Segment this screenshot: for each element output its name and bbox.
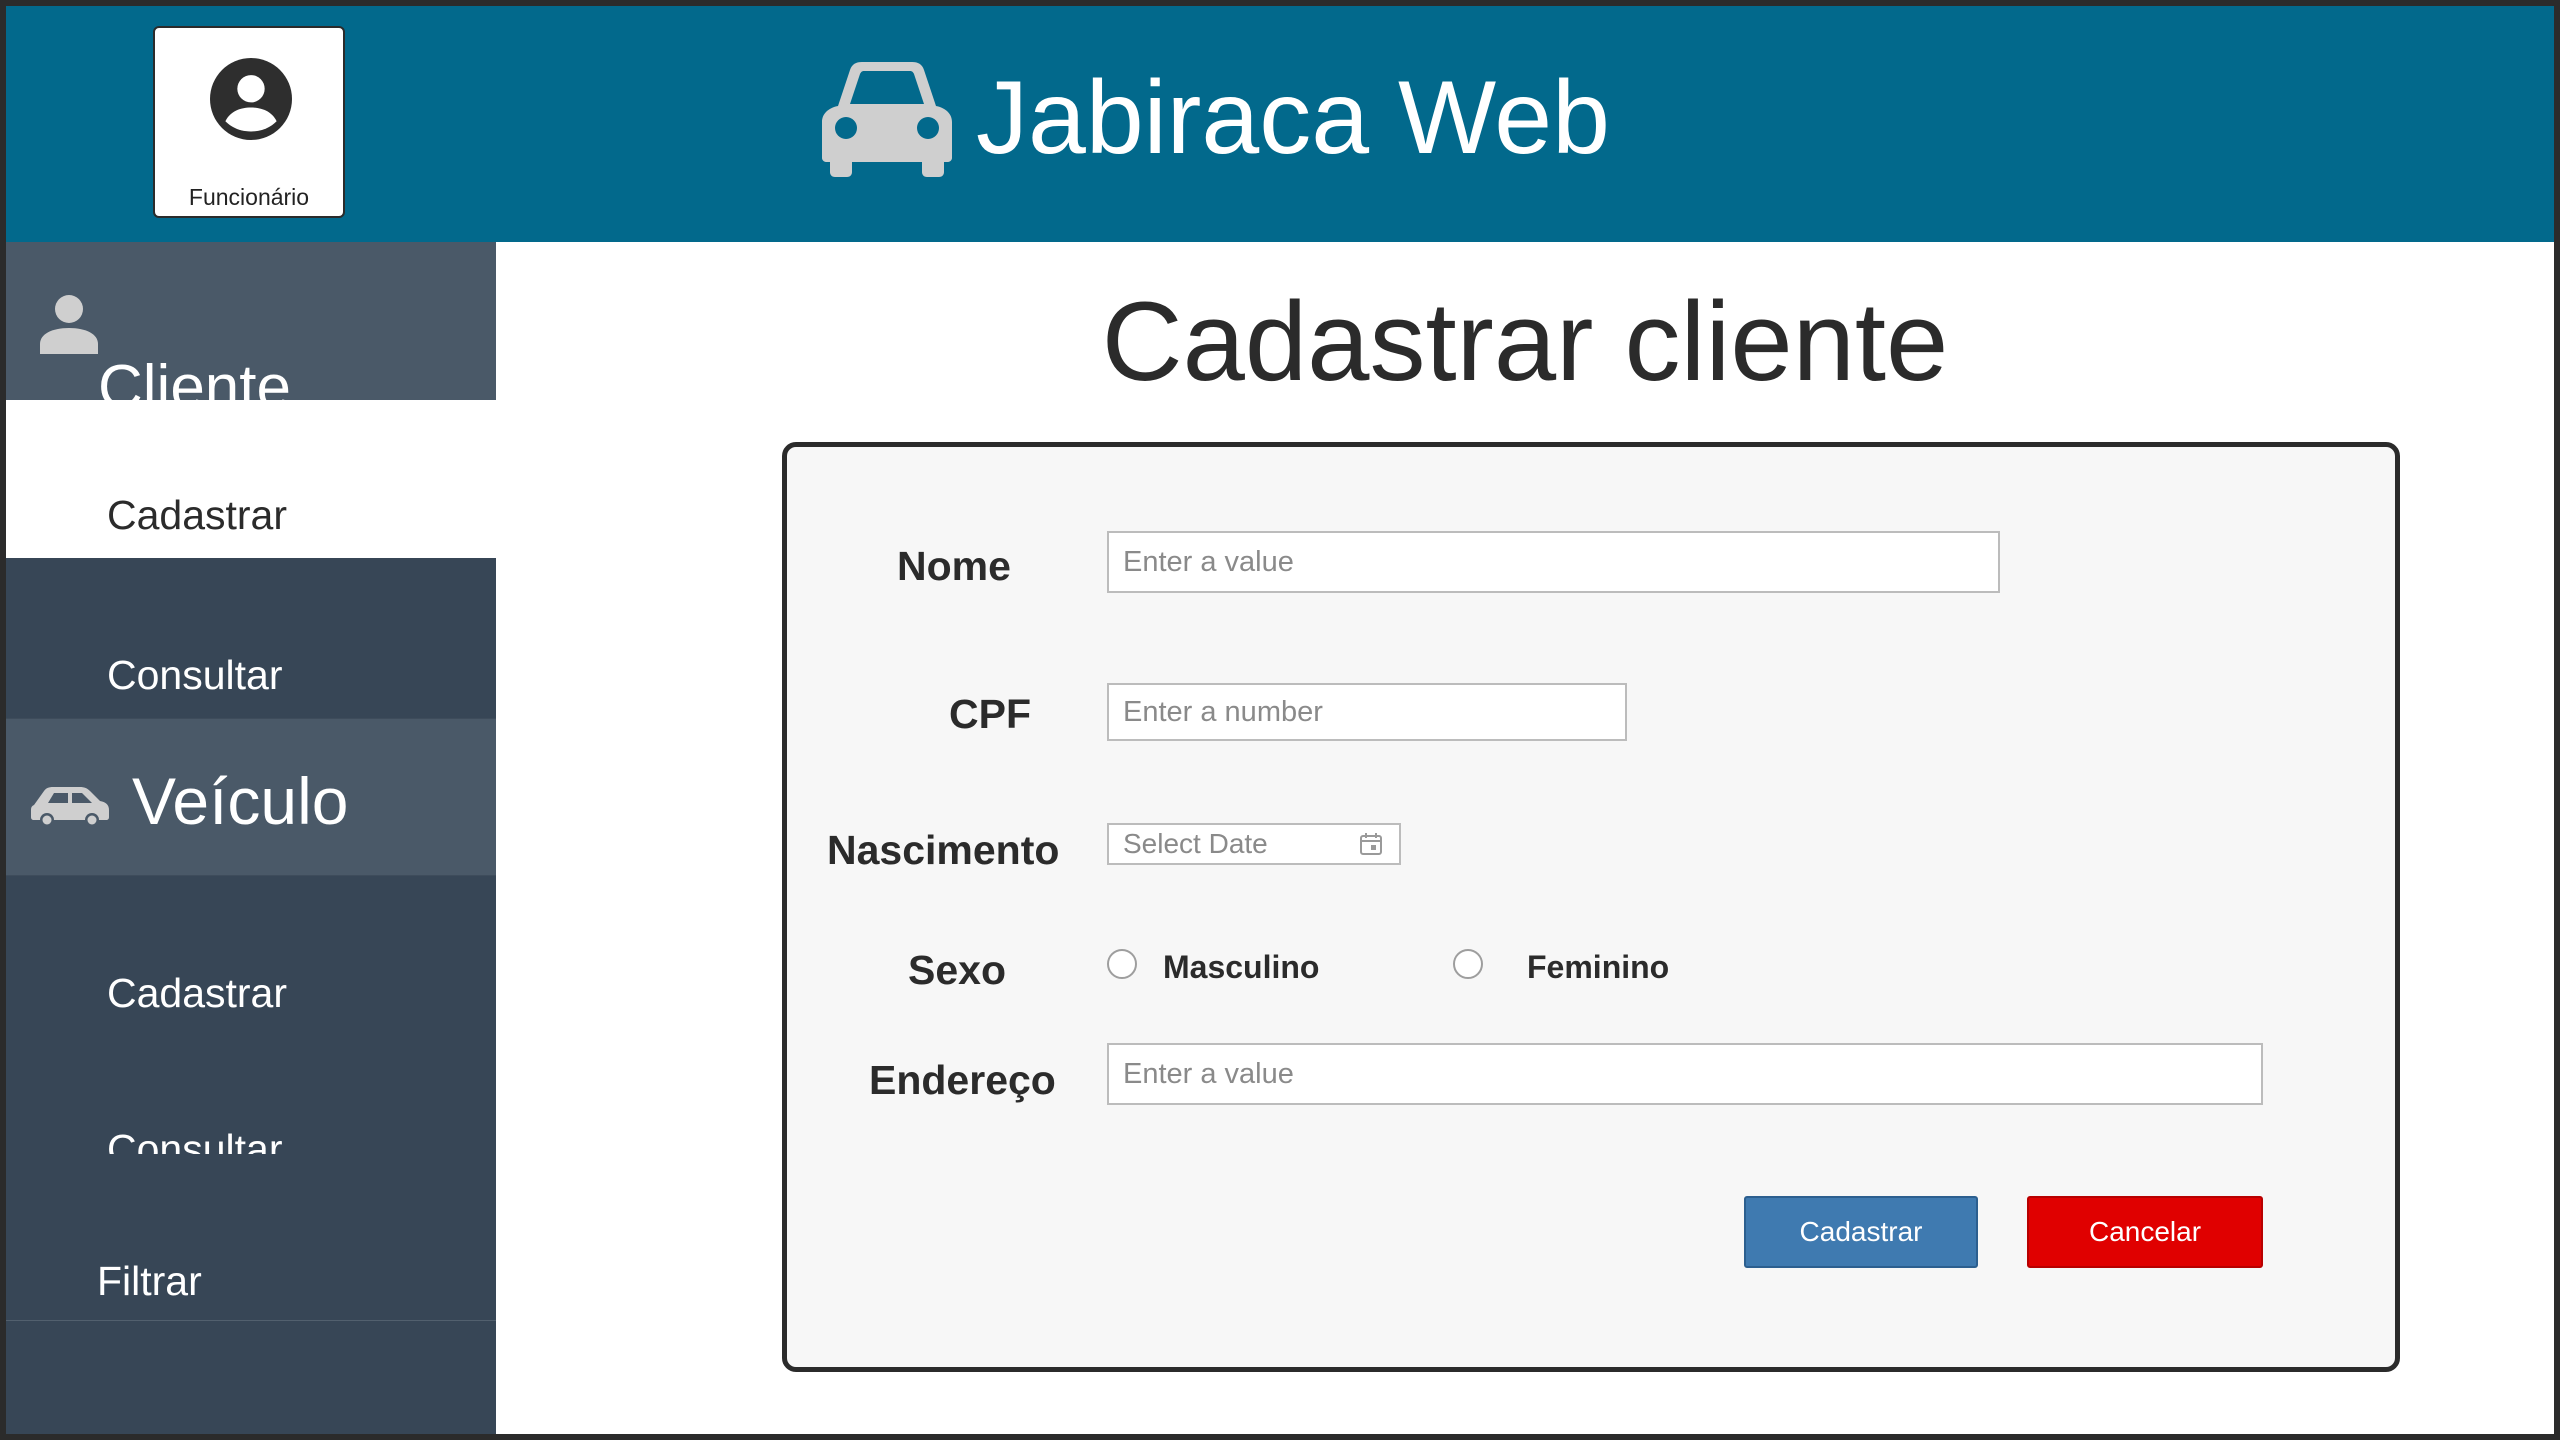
sidebar-item-label: Cadastrar xyxy=(107,970,288,1016)
cpf-label: CPF xyxy=(949,691,1031,737)
app-title: Jabiraca Web xyxy=(976,60,1610,176)
header-bar: Funcionário Jabiraca Web xyxy=(6,6,2554,242)
endereco-input[interactable] xyxy=(1107,1043,2263,1105)
sidebar-item-cliente-consultar[interactable]: Consultar xyxy=(6,558,496,716)
app-window: Funcionário Jabiraca Web Cliente Cadastr… xyxy=(0,0,2560,1440)
nome-label: Nome xyxy=(897,543,1011,589)
person-icon xyxy=(40,295,98,354)
sexo-label: Sexo xyxy=(908,947,1006,993)
employee-profile-button[interactable]: Funcionário xyxy=(153,26,345,218)
nascimento-label: Nascimento xyxy=(827,827,1060,873)
endereco-label: Endereço xyxy=(869,1057,1056,1103)
sidebar: Cliente Cadastrar Consultar Veículo Cada… xyxy=(6,242,496,1434)
page-title: Cadastrar cliente xyxy=(1101,279,1949,404)
cpf-input[interactable] xyxy=(1107,683,1627,741)
sidebar-section-cliente[interactable]: Cliente xyxy=(6,242,496,400)
nascimento-datepicker[interactable] xyxy=(1107,823,1401,865)
radio-masculino[interactable] xyxy=(1107,949,1137,979)
sidebar-divider xyxy=(6,1320,496,1321)
calendar-icon[interactable] xyxy=(1359,832,1383,856)
sidebar-section-title-veiculo: Veículo xyxy=(132,764,349,838)
client-form: Nome CPF Nascimento Sexo Masculino Femin… xyxy=(782,442,2400,1372)
sidebar-item-filtrar[interactable]: Filtrar xyxy=(6,1242,496,1322)
sidebar-item-label: Consultar xyxy=(107,652,283,698)
account-circle-icon xyxy=(210,58,292,140)
radio-feminino-label[interactable]: Feminino xyxy=(1527,949,1669,986)
sidebar-item-label: Cadastrar xyxy=(107,492,288,538)
nome-input[interactable] xyxy=(1107,531,2000,593)
sidebar-item-cliente-cadastrar[interactable]: Cadastrar xyxy=(6,400,496,558)
radio-masculino-label[interactable]: Masculino xyxy=(1163,949,1319,986)
sidebar-item-veiculo-cadastrar[interactable]: Cadastrar xyxy=(6,878,496,1036)
sidebar-section-veiculo[interactable]: Veículo xyxy=(6,718,496,876)
sidebar-item-label: Filtrar xyxy=(97,1258,202,1304)
radio-feminino[interactable] xyxy=(1453,949,1483,979)
sidebar-item-label: Consultar xyxy=(107,1126,283,1154)
nascimento-input[interactable] xyxy=(1107,823,1401,865)
cancelar-button[interactable]: Cancelar xyxy=(2027,1196,2263,1268)
sidebar-item-veiculo-consultar[interactable]: Consultar xyxy=(6,1036,496,1154)
car-icon xyxy=(31,787,109,827)
cadastrar-button[interactable]: Cadastrar xyxy=(1744,1196,1978,1268)
car-icon xyxy=(822,62,952,177)
employee-label: Funcionário xyxy=(188,184,310,210)
sidebar-section-title-cliente: Cliente xyxy=(98,353,291,400)
